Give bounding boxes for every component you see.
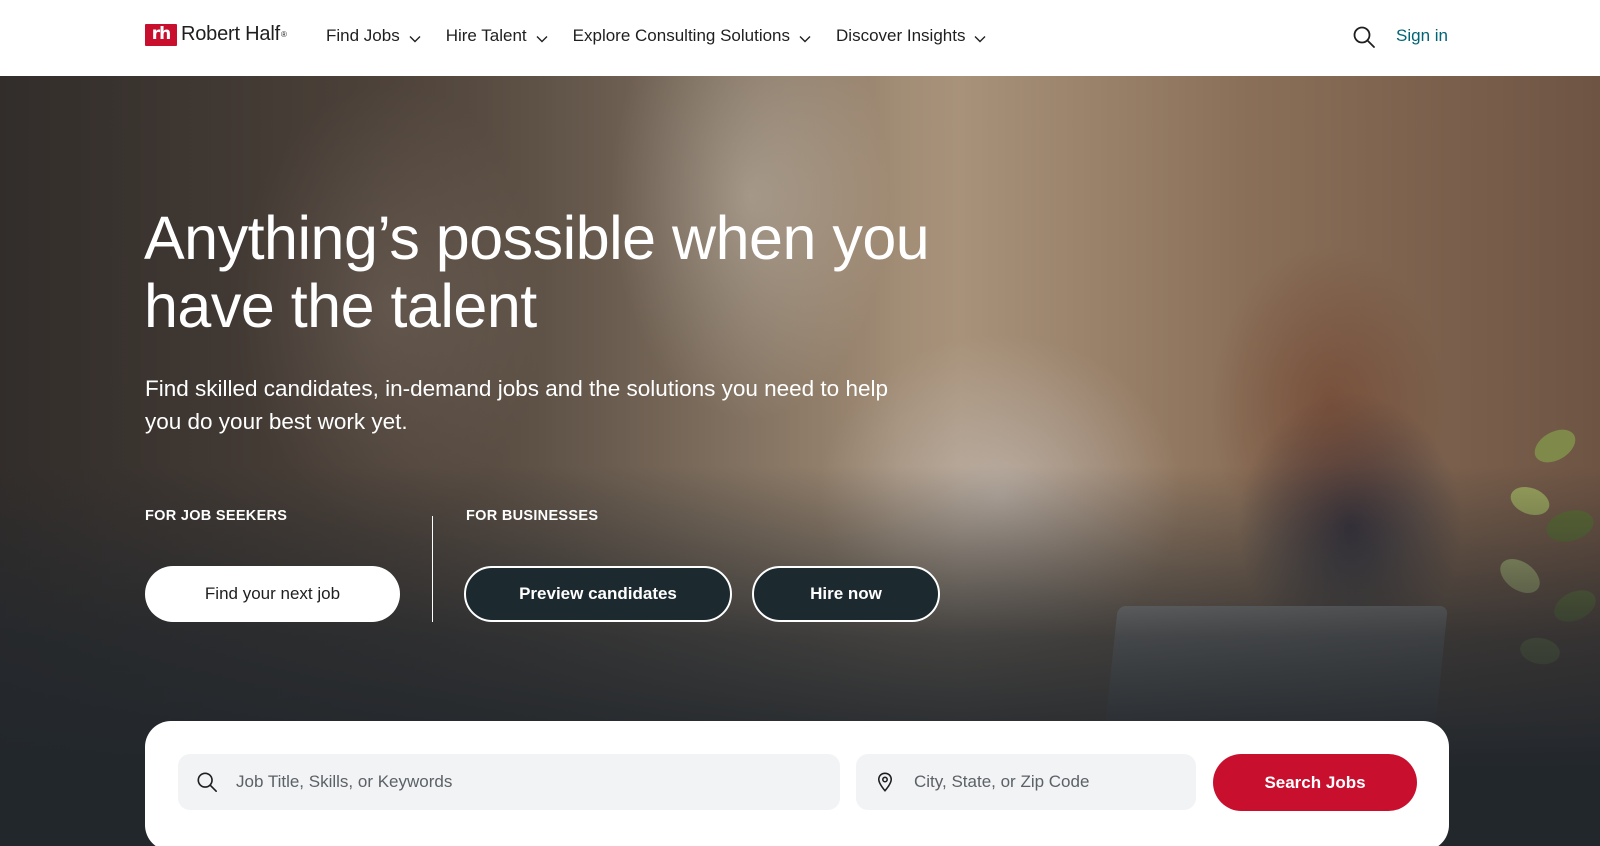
hero-headline: Anything’s possible when you have the ta… (144, 204, 930, 340)
hire-now-button[interactable]: Hire now (752, 566, 940, 622)
header-search-button[interactable] (1352, 25, 1376, 49)
chevron-down-icon (974, 35, 986, 42)
audience-divider (432, 516, 433, 622)
nav-hire-talent[interactable]: Hire Talent (446, 26, 548, 46)
find-your-next-job-button[interactable]: Find your next job (145, 566, 400, 622)
preview-candidates-button[interactable]: Preview candidates (464, 566, 732, 622)
nav-find-jobs[interactable]: Find Jobs (326, 26, 421, 46)
nav-discover-insights-label: Discover Insights (836, 26, 966, 45)
nav-find-jobs-label: Find Jobs (326, 26, 400, 45)
logo-name: Robert Half (181, 23, 280, 45)
location-field[interactable] (856, 754, 1196, 810)
keyword-field[interactable] (178, 754, 840, 810)
logo-mark: rh (145, 23, 177, 46)
location-pin-icon (877, 772, 893, 792)
hero-section: Anything’s possible when you have the ta… (0, 76, 1600, 846)
chevron-down-icon (409, 35, 421, 42)
sign-in-link[interactable]: Sign in (1396, 26, 1448, 46)
nav-explore-consulting[interactable]: Explore Consulting Solutions (573, 26, 811, 46)
for-businesses-label: FOR BUSINESSES (466, 508, 599, 524)
job-search-panel: Search Jobs (145, 721, 1449, 846)
location-input[interactable] (912, 771, 1176, 793)
hero-subtext: Find skilled candidates, in-demand jobs … (145, 376, 888, 434)
chevron-down-icon (799, 35, 811, 42)
nav-discover-insights[interactable]: Discover Insights (836, 26, 986, 46)
search-icon (197, 772, 217, 792)
robert-half-logo[interactable]: rh Robert Half ® (145, 23, 287, 46)
search-icon (1353, 26, 1375, 48)
logo-registered-mark: ® (280, 30, 287, 39)
site-header: rh Robert Half ® Find Jobs Hire Talent E… (0, 0, 1600, 76)
search-jobs-button[interactable]: Search Jobs (1213, 754, 1417, 811)
main-nav: Find Jobs Hire Talent Explore Consulting… (326, 26, 1011, 46)
nav-explore-consulting-label: Explore Consulting Solutions (572, 26, 791, 45)
nav-hire-talent-label: Hire Talent (445, 26, 527, 45)
for-job-seekers-label: FOR JOB SEEKERS (145, 508, 288, 524)
keyword-input[interactable] (234, 771, 798, 793)
chevron-down-icon (536, 35, 548, 42)
